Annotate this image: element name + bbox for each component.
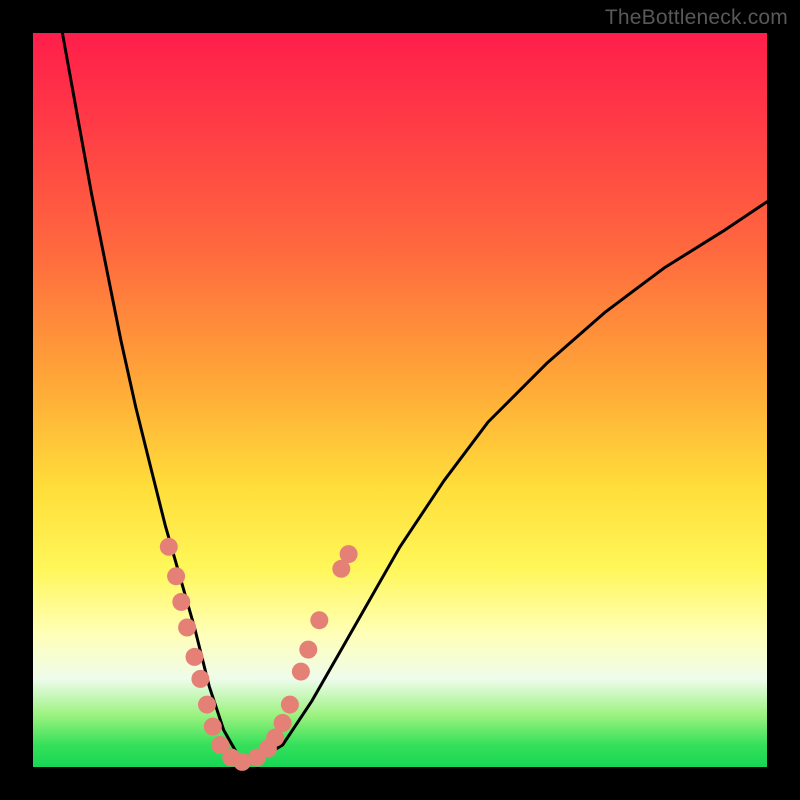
curve-marker [178, 619, 196, 637]
curve-marker [167, 567, 185, 585]
chart-plot-area [33, 33, 767, 767]
curve-marker [204, 718, 222, 736]
curve-marker [198, 696, 216, 714]
curve-marker [299, 641, 317, 659]
curve-marker [340, 545, 358, 563]
chart-svg [33, 33, 767, 767]
curve-marker [281, 696, 299, 714]
curve-marker [191, 670, 209, 688]
chart-frame: TheBottleneck.com [0, 0, 800, 800]
curve-marker [274, 714, 292, 732]
marker-group [160, 538, 358, 771]
curve-marker [160, 538, 178, 556]
curve-marker [310, 611, 328, 629]
bottleneck-curve [62, 33, 767, 763]
curve-marker [172, 593, 190, 611]
curve-marker [292, 663, 310, 681]
curve-marker [186, 648, 204, 666]
curve-path [62, 33, 767, 763]
watermark-text: TheBottleneck.com [605, 6, 788, 30]
